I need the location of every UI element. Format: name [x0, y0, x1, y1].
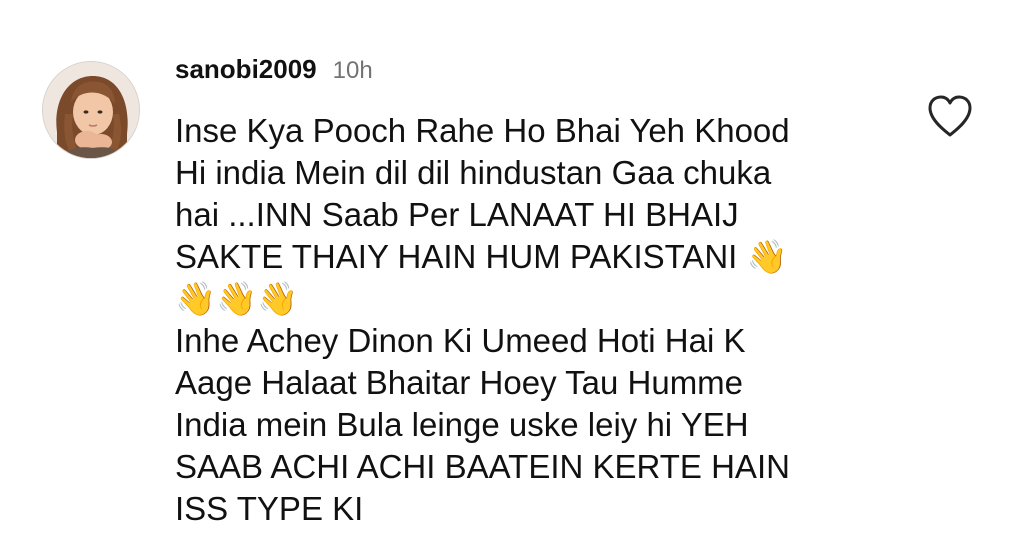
avatar[interactable]: [42, 61, 140, 159]
like-button[interactable]: [924, 92, 976, 140]
username-link[interactable]: sanobi2009: [175, 54, 317, 85]
heart-outline-icon: [928, 95, 972, 137]
avatar-image: [43, 62, 139, 158]
comment-item: sanobi2009 10h Inse Kya Pooch Rahe Ho Bh…: [0, 0, 1024, 539]
comment-timestamp: 10h: [332, 57, 373, 84]
comment-text: Inse Kya Pooch Rahe Ho Bhai Yeh Khood Hi…: [175, 112, 790, 527]
comment-content: sanobi2009 10h Inse Kya Pooch Rahe Ho Bh…: [175, 54, 895, 530]
comment-header: sanobi2009 10h: [175, 54, 895, 92]
